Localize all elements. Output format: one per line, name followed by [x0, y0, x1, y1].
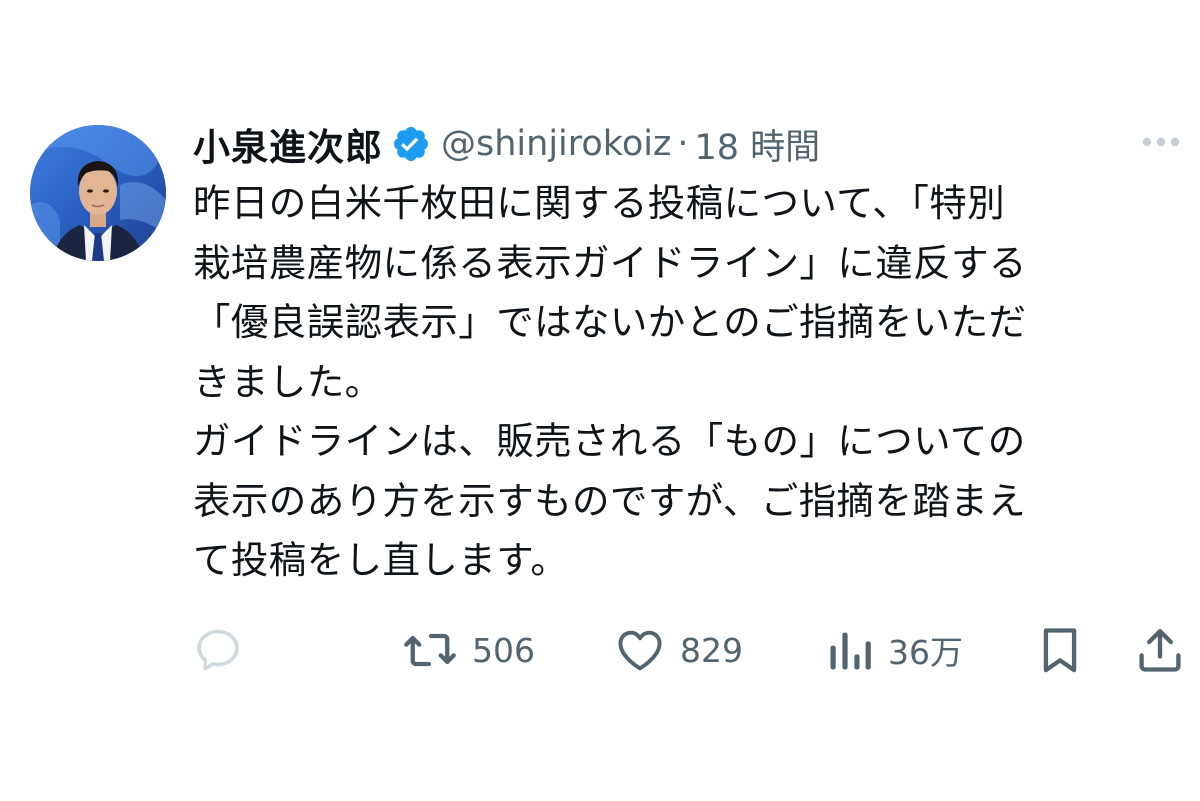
share-upload-icon — [1134, 624, 1186, 676]
like-button[interactable]: 829 — [614, 615, 743, 685]
tweet-line: 「優良誤認表示」ではないかとのご指摘をいただ — [193, 300, 1027, 344]
user-handle[interactable]: @shinjirokoiz — [441, 124, 671, 164]
heart-icon — [614, 624, 666, 676]
views-bar-chart-icon — [826, 624, 874, 676]
tweet-header: 小泉進次郎 @shinjirokoiz · 18 時間 — [193, 118, 820, 170]
tweet-line: て投稿をし直します。 — [193, 538, 569, 582]
separator-dot: · — [677, 124, 689, 164]
repost-icon — [402, 624, 458, 676]
tweet-text: 昨日の白米千枚田に関する投稿について、「特別 栽培農産物に係る表示ガイドライン」… — [193, 174, 1183, 591]
avatar[interactable] — [30, 125, 166, 261]
like-count: 829 — [680, 630, 743, 670]
tweet-line: 栽培農産物に係る表示ガイドライン」に違反する — [193, 240, 1027, 285]
bookmark-icon — [1036, 624, 1084, 676]
share-button[interactable] — [1134, 615, 1186, 685]
tweet-card: 小泉進次郎 @shinjirokoiz · 18 時間 昨日の白米千枚田に関する… — [0, 0, 1200, 801]
display-name[interactable]: 小泉進次郎 — [193, 117, 383, 171]
verified-badge-icon — [391, 124, 431, 164]
tweet-line: 表示のあり方を示すものですが、ご指摘を踏まえ — [193, 478, 1027, 523]
avatar-photo — [30, 125, 166, 261]
repost-count: 506 — [472, 630, 535, 670]
tweet-line: 昨日の白米千枚田に関する投稿について、「特別 — [193, 181, 1006, 225]
action-bar: 506 829 36万 — [0, 615, 1200, 685]
reply-bubble-icon — [192, 624, 244, 676]
timestamp[interactable]: 18 時間 — [694, 119, 820, 170]
tweet-line: きました。 — [193, 359, 383, 404]
tweet-line: ガイドラインは、販売される「もの」についての — [193, 419, 1026, 463]
view-count: 36万 — [888, 633, 963, 672]
bookmark-button[interactable] — [1036, 615, 1084, 685]
views-button[interactable]: 36万 — [826, 615, 963, 685]
repost-button[interactable]: 506 — [402, 615, 535, 685]
reply-button[interactable] — [192, 615, 258, 685]
more-dots-icon[interactable] — [1136, 128, 1186, 156]
